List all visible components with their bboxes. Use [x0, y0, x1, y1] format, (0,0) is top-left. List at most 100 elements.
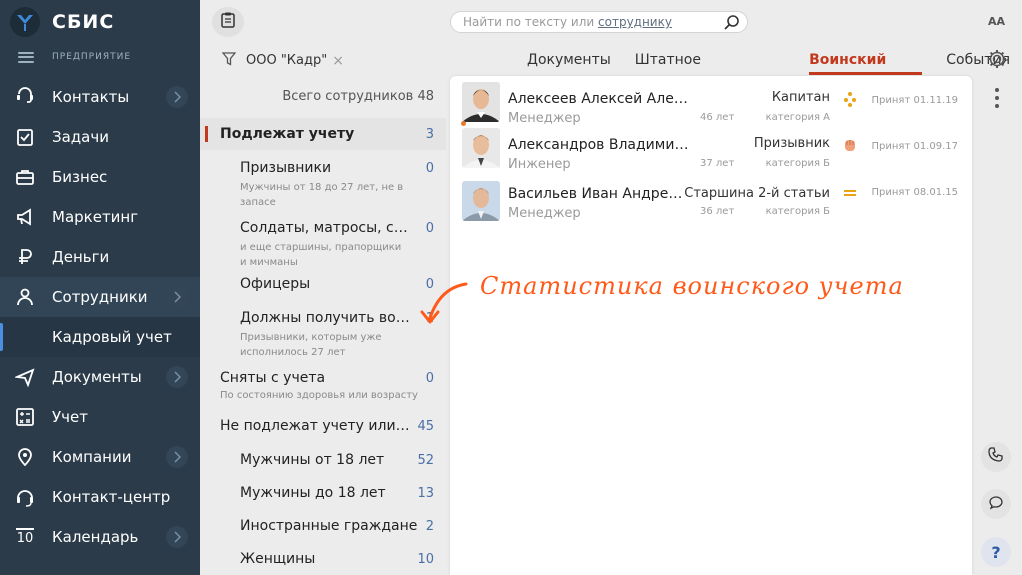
calendar-day: 10	[16, 531, 34, 546]
avatar	[462, 82, 500, 122]
clear-filter-icon[interactable]: ×	[332, 53, 344, 69]
total-employees: Всего сотрудников 48	[282, 89, 434, 104]
contacts-icon	[14, 86, 36, 108]
chevron-right-icon[interactable]	[166, 286, 188, 308]
companies-icon	[14, 446, 36, 468]
avatar	[462, 128, 500, 168]
annotation-arrow-icon	[418, 278, 468, 332]
category-name: Мужчины от 18 лет	[240, 452, 385, 468]
company-label: ПРЕДПРИЯТИЕ	[52, 52, 132, 62]
search-placeholder: Найти по тексту или сотруднику	[463, 15, 672, 29]
employee-position: Инженер	[508, 157, 571, 172]
phone-icon	[988, 447, 1004, 467]
sidebar-item-accounting[interactable]: Учет	[0, 397, 200, 437]
filter[interactable]: ООО "Кадр" ×	[221, 51, 344, 70]
burger-menu-icon[interactable]	[18, 51, 34, 63]
sidebar-item-money[interactable]: Деньги	[0, 237, 200, 277]
sidebar-item-employees[interactable]: Сотрудники	[0, 277, 200, 317]
sidebar-item-companies[interactable]: Компании	[0, 437, 200, 477]
filter-company-label: ООО "Кадр"	[246, 53, 328, 68]
category-name: Сняты с учета	[220, 370, 326, 386]
category-item[interactable]: Не подлежат учету или нет ... 45	[200, 410, 446, 444]
category-item[interactable]: Должны получить военн... 1 Призывники, к…	[200, 304, 446, 366]
sbis-logo-icon	[10, 7, 40, 37]
sidebar-item-calendar[interactable]: 10 Календарь	[0, 517, 200, 557]
category-item[interactable]: Иностранные граждане 2	[200, 510, 446, 543]
chevron-right-icon[interactable]	[166, 526, 188, 548]
tasks-icon	[14, 126, 36, 148]
sidebar-item-label: Календарь	[52, 528, 139, 546]
category-item[interactable]: Солдаты, матросы, сержа... 0 и еще старш…	[200, 210, 446, 272]
category-name: Подлежат учету	[220, 126, 355, 142]
search-by-employee-link[interactable]: сотруднику	[598, 15, 672, 29]
employee-rank: Капитан	[771, 90, 830, 105]
category-item[interactable]: Подлежат учету 3	[200, 118, 446, 150]
employee-age: 37 лет	[700, 158, 735, 169]
sidebar-item-label: Документы	[52, 368, 142, 386]
category-name: Солдаты, матросы, сержа...	[240, 220, 415, 236]
sidebar-item-documents[interactable]: Документы	[0, 357, 200, 397]
accounting-icon	[14, 406, 36, 428]
sidebar-item-tasks[interactable]: Задачи	[0, 117, 200, 157]
category-count: 3	[425, 127, 434, 142]
category-item[interactable]: Женщины 10	[200, 543, 446, 575]
category-item[interactable]: Мужчины до 18 лет 13	[200, 477, 446, 510]
company-switcher[interactable]: ПРЕДПРИЯТИЕ	[0, 46, 200, 68]
chevron-right-icon[interactable]	[166, 366, 188, 388]
clipboard-button[interactable]	[212, 7, 244, 37]
employee-category: категория А	[765, 112, 830, 123]
chevron-right-icon[interactable]	[166, 86, 188, 108]
annotation-text: Статистика воинского учета	[480, 272, 904, 300]
captain-stars-icon	[842, 91, 858, 107]
tab-events[interactable]: События	[934, 47, 1022, 75]
category-count: 2	[425, 519, 434, 534]
sidebar-item-hr-records[interactable]: Кадровый учет	[0, 317, 200, 357]
category-item[interactable]: Мужчины от 18 лет 52	[200, 444, 446, 477]
sidebar: СБИС ПРЕДПРИЯТИЕ Контакты Задачи Бизнес	[0, 0, 200, 575]
employee-rank: Призывник	[753, 136, 830, 151]
business-icon	[14, 166, 36, 188]
sidebar-item-label: Компании	[52, 448, 132, 466]
headset-icon	[14, 486, 36, 508]
category-count: 10	[417, 552, 434, 567]
tab-military-registration[interactable]: Воинский учет	[797, 47, 934, 94]
category-item[interactable]: Сняты с учета 0 По состоянию здоровья ил…	[200, 366, 446, 410]
search-input[interactable]: Найти по тексту или сотруднику	[450, 11, 748, 33]
employee-row[interactable]: Васильев Иван Андреевич Менеджер 36 лет …	[450, 178, 972, 224]
sidebar-item-label: Сотрудники	[52, 288, 148, 306]
phone-button[interactable]	[981, 442, 1011, 472]
employee-list-panel: Алексеев Алексей Алексе... Менеджер 46 л…	[450, 76, 972, 575]
filter-icon[interactable]	[221, 51, 237, 70]
employee-category: категория Б	[765, 158, 830, 169]
sidebar-item-label: Бизнес	[52, 168, 108, 186]
category-name: Мужчины до 18 лет	[240, 485, 386, 501]
font-size-toggle[interactable]: AA	[988, 15, 1005, 28]
sidebar-item-business[interactable]: Бизнес	[0, 157, 200, 197]
employee-name: Алексеев Алексей Алексе...	[508, 91, 690, 107]
employee-row[interactable]: Алексеев Алексей Алексе... Менеджер 46 л…	[450, 78, 972, 126]
logo[interactable]: СБИС	[10, 7, 114, 37]
avatar	[462, 181, 500, 221]
sidebar-item-contact-center[interactable]: Контакт-центр	[0, 477, 200, 517]
chevron-right-icon[interactable]	[166, 446, 188, 468]
employee-hired-date: Принят 01.09.17	[871, 141, 958, 152]
help-button[interactable]: ?	[981, 537, 1011, 567]
category-count: 0	[425, 161, 434, 176]
category-count: 0	[425, 371, 434, 386]
tab-staffing[interactable]: Штатное расписание	[623, 47, 797, 94]
gear-icon[interactable]	[986, 48, 1008, 74]
calendar-icon: 10	[14, 526, 36, 548]
sidebar-item-label: Контакт-центр	[52, 488, 171, 506]
sidebar-item-marketing[interactable]: Маркетинг	[0, 197, 200, 237]
chat-button[interactable]	[981, 489, 1011, 519]
tab-documents[interactable]: Документы	[515, 47, 623, 75]
search-icon[interactable]	[723, 14, 741, 36]
category-name: Должны получить военн...	[240, 310, 415, 326]
more-menu-icon[interactable]	[995, 88, 999, 108]
employee-row[interactable]: Александров Владимир В... Инженер 37 лет…	[450, 124, 972, 172]
employee-rank: Старшина 2-й статьи	[684, 186, 830, 201]
sidebar-item-contacts[interactable]: Контакты	[0, 77, 200, 117]
category-item[interactable]: Призывники 0 Мужчины от 18 до 27 лет, не…	[200, 150, 446, 210]
main-menu: Контакты Задачи Бизнес Маркетинг Деньги …	[0, 77, 200, 557]
category-item[interactable]: Офицеры 0	[200, 272, 446, 304]
